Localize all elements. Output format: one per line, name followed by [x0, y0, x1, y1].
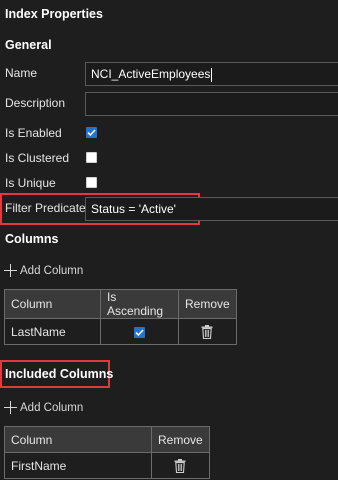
add-included-column-button[interactable]: Add Column: [4, 401, 83, 414]
included-columns-table: Column Remove FirstName: [4, 426, 210, 479]
trash-icon[interactable]: [201, 324, 213, 339]
column-cell[interactable]: LastName: [4, 318, 101, 345]
plus-icon: [4, 264, 17, 277]
filter-predicate-label: Filter Predicate: [5, 201, 86, 215]
filter-predicate-value: Status = 'Active': [91, 202, 176, 216]
table-row: LastName: [4, 318, 237, 345]
columns-table: Column Is Ascending Remove LastName: [4, 289, 237, 345]
columns-table-header: Column Is Ascending Remove: [4, 289, 237, 319]
included-column-cell[interactable]: FirstName: [4, 452, 152, 479]
name-label: Name: [5, 66, 38, 80]
description-field[interactable]: [85, 92, 338, 116]
is-unique-checkbox[interactable]: [86, 177, 97, 188]
filter-predicate-field[interactable]: Status = 'Active': [85, 197, 338, 221]
description-label: Description: [5, 96, 66, 110]
is-enabled-label: Is Enabled: [5, 126, 62, 140]
trash-icon[interactable]: [174, 458, 186, 473]
is-ascending-checkbox[interactable]: [134, 326, 145, 338]
is-unique-label: Is Unique: [5, 176, 56, 190]
included-column-header[interactable]: Column: [4, 426, 152, 453]
included-remove-cell: [151, 452, 210, 479]
panel-title: Index Properties: [5, 7, 103, 21]
columns-heading: Columns: [5, 232, 59, 246]
is-enabled-checkbox[interactable]: [86, 127, 97, 138]
is-ascending-cell: [100, 318, 179, 345]
add-column-button[interactable]: Add Column: [4, 264, 83, 277]
add-included-column-label: Add Column: [20, 401, 84, 414]
general-heading: General: [5, 38, 52, 52]
column-header[interactable]: Column: [4, 289, 101, 319]
name-field[interactable]: NCI_ActiveEmployees: [85, 62, 338, 86]
name-value: NCI_ActiveEmployees: [91, 67, 211, 81]
text-caret: [211, 67, 213, 82]
included-columns-table-header: Column Remove: [4, 426, 210, 453]
check-icon: [135, 329, 144, 336]
plus-icon: [4, 401, 17, 414]
included-remove-header: Remove: [151, 426, 210, 453]
remove-header: Remove: [178, 289, 237, 319]
included-columns-heading: Included Columns: [5, 367, 114, 381]
check-icon: [87, 129, 96, 137]
is-clustered-checkbox[interactable]: [86, 152, 97, 163]
remove-cell: [178, 318, 237, 345]
table-row: FirstName: [4, 452, 210, 479]
add-column-label: Add Column: [20, 264, 84, 277]
is-ascending-header[interactable]: Is Ascending: [100, 289, 179, 319]
is-clustered-label: Is Clustered: [5, 151, 70, 165]
